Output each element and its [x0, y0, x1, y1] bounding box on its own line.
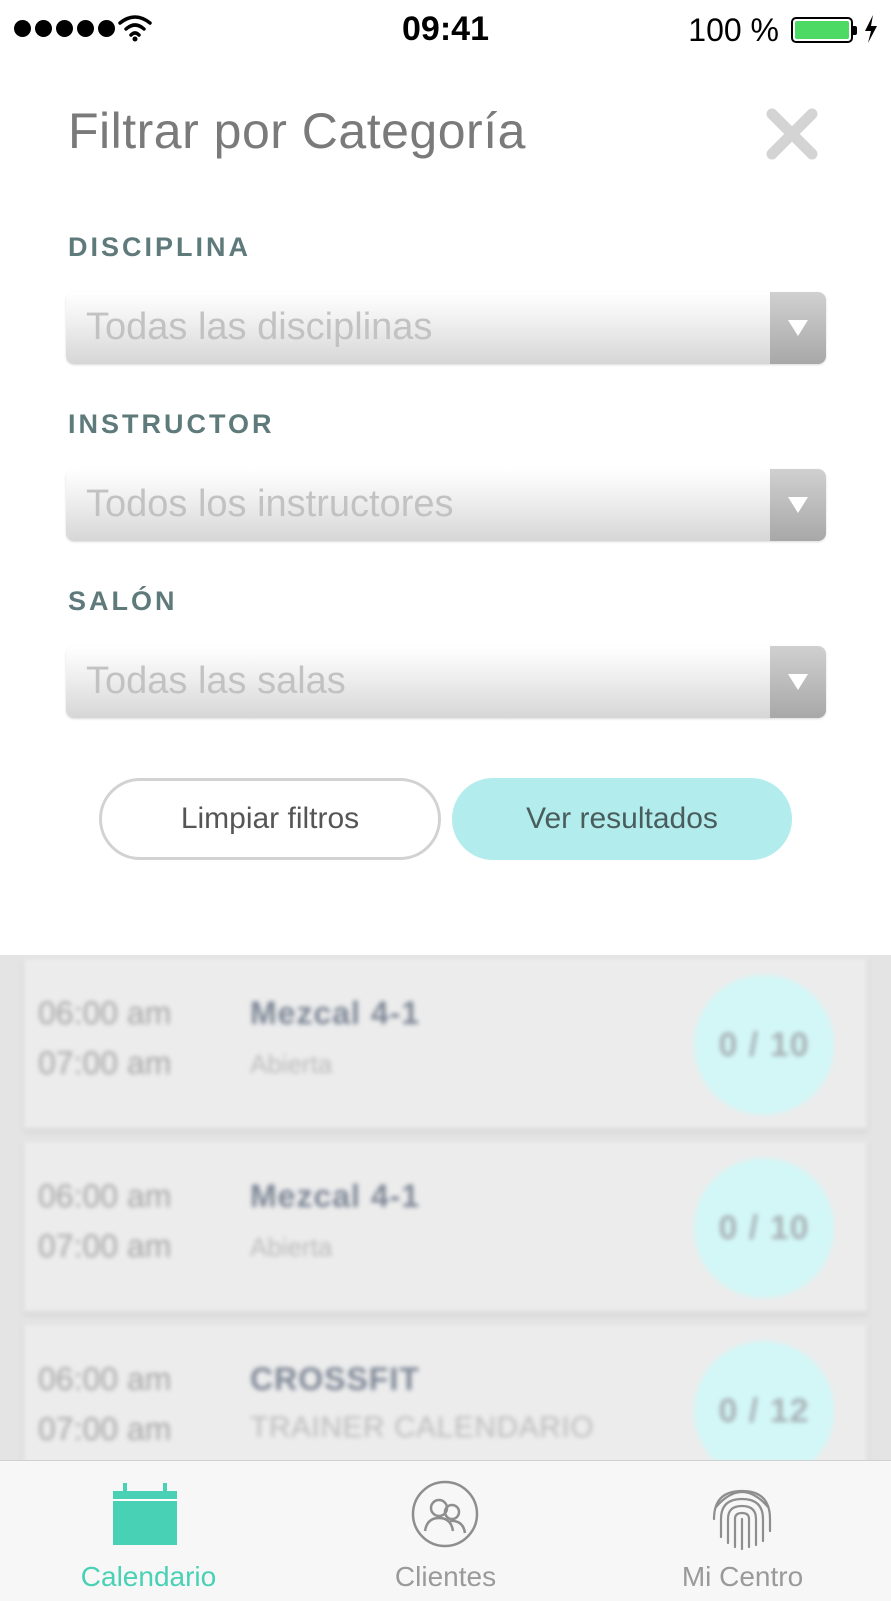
calendar-icon	[113, 1483, 177, 1545]
class-name: Mezcal 4-1	[250, 1178, 421, 1214]
room-select[interactable]: Todas las salas	[66, 646, 826, 718]
page-title: Filtrar por Categoría	[68, 103, 526, 159]
class-status: Abierta	[250, 1232, 333, 1262]
class-status: Abierta	[250, 1049, 333, 1079]
tab-mi-centro[interactable]: Mi Centro	[594, 1461, 891, 1601]
class-card: 06:00 am 07:00 am Mezcal 4-1 Abierta 0 /…	[24, 1142, 867, 1312]
room-select-value: Todas las salas	[86, 660, 346, 702]
chevron-down-icon	[788, 320, 808, 336]
tab-clientes[interactable]: Clientes	[297, 1461, 594, 1601]
class-start-time: 06:00 am	[38, 1178, 172, 1214]
tab-label: Mi Centro	[681, 1561, 804, 1592]
status-bar: 09:41 100 %	[0, 0, 891, 58]
class-list-background: 06:00 am 07:00 am Mezcal 4-1 Abierta 0 /…	[0, 955, 891, 1460]
class-name: CROSSFIT	[250, 1361, 420, 1397]
discipline-label: DISCIPLINA	[68, 232, 252, 262]
class-card: 06:00 am 07:00 am Mezcal 4-1 Abierta 0 /…	[24, 959, 867, 1129]
clear-filters-button[interactable]: Limpiar filtros	[99, 778, 441, 860]
class-capacity-badge: 0 / 10	[694, 1158, 834, 1298]
tab-calendario[interactable]: Calendario	[0, 1461, 297, 1601]
battery-icon	[791, 17, 857, 43]
room-label: SALÓN	[68, 586, 178, 616]
dropdown-arrow	[770, 646, 826, 718]
class-name: Mezcal 4-1	[250, 995, 421, 1031]
class-end-time: 07:00 am	[38, 1228, 172, 1264]
clients-icon	[411, 1480, 479, 1548]
instructor-select-value: Todos los instructores	[86, 483, 454, 525]
chevron-down-icon	[788, 674, 808, 690]
battery-percentage: 100 %	[688, 12, 779, 48]
class-end-time: 07:00 am	[38, 1045, 172, 1081]
class-trainer: TRAINER CALENDARIO	[250, 1411, 595, 1444]
tab-label: Clientes	[394, 1561, 497, 1592]
discipline-select-value: Todas las disciplinas	[86, 306, 433, 348]
close-button[interactable]	[764, 106, 820, 162]
charging-icon	[865, 15, 877, 43]
class-end-time: 07:00 am	[38, 1411, 172, 1447]
dropdown-arrow	[770, 469, 826, 541]
tab-bar: Calendario Clientes Mi Centro	[0, 1460, 891, 1601]
fingerprint-icon	[712, 1489, 772, 1551]
chevron-down-icon	[788, 497, 808, 513]
close-icon	[766, 108, 818, 160]
class-start-time: 06:00 am	[38, 1361, 172, 1397]
class-start-time: 06:00 am	[38, 995, 172, 1031]
dropdown-arrow	[770, 292, 826, 364]
instructor-select[interactable]: Todos los instructores	[66, 469, 826, 541]
class-capacity-badge: 0 / 10	[694, 975, 834, 1115]
instructor-label: INSTRUCTOR	[68, 409, 275, 439]
discipline-select[interactable]: Todas las disciplinas	[66, 292, 826, 364]
class-card: 06:00 am 07:00 am CROSSFIT TRAINER CALEN…	[24, 1325, 867, 1460]
tab-label: Calendario	[80, 1561, 217, 1592]
class-capacity-badge: 0 / 12	[694, 1341, 834, 1460]
view-results-button[interactable]: Ver resultados	[452, 778, 792, 860]
